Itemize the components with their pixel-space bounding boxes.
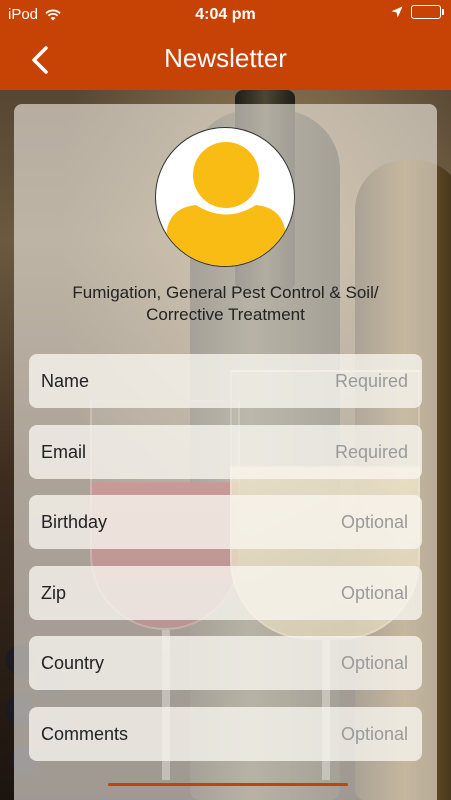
country-field[interactable]: Country Optional [29, 636, 422, 690]
birthday-field[interactable]: Birthday Optional [29, 495, 422, 549]
field-label: Email [41, 441, 87, 462]
email-field[interactable]: Email Required [29, 425, 422, 479]
location-arrow-icon [391, 6, 403, 18]
user-icon [166, 142, 286, 266]
field-label: Birthday [41, 511, 108, 532]
zip-field[interactable]: Zip Optional [29, 566, 422, 620]
avatar [155, 127, 295, 267]
field-placeholder: Optional [340, 723, 408, 744]
field-placeholder: Required [334, 370, 408, 391]
newsletter-form-card: Fumigation, General Pest Control & Soil/… [14, 104, 437, 800]
scroll-indicator [108, 783, 348, 786]
field-placeholder: Optional [340, 511, 408, 532]
field-placeholder: Required [334, 441, 408, 462]
field-label: Zip [41, 582, 67, 603]
name-field[interactable]: Name Required [29, 354, 422, 408]
nav-bar: Newsletter [0, 30, 451, 90]
field-placeholder: Optional [340, 582, 408, 603]
company-name: Fumigation, General Pest Control & Soil/… [72, 283, 379, 324]
page-title: Newsletter [164, 43, 287, 73]
field-label: Country [41, 652, 105, 673]
app-header: iPod 4:04 pm Newsletter [0, 0, 451, 90]
field-label: Name [41, 370, 90, 391]
field-placeholder: Optional [340, 652, 408, 673]
status-time: 4:04 pm [195, 6, 256, 23]
battery-icon [411, 5, 444, 19]
status-bar: iPod 4:04 pm [0, 0, 451, 30]
field-label: Comments [41, 723, 129, 744]
comments-field[interactable]: Comments Optional [29, 707, 422, 761]
